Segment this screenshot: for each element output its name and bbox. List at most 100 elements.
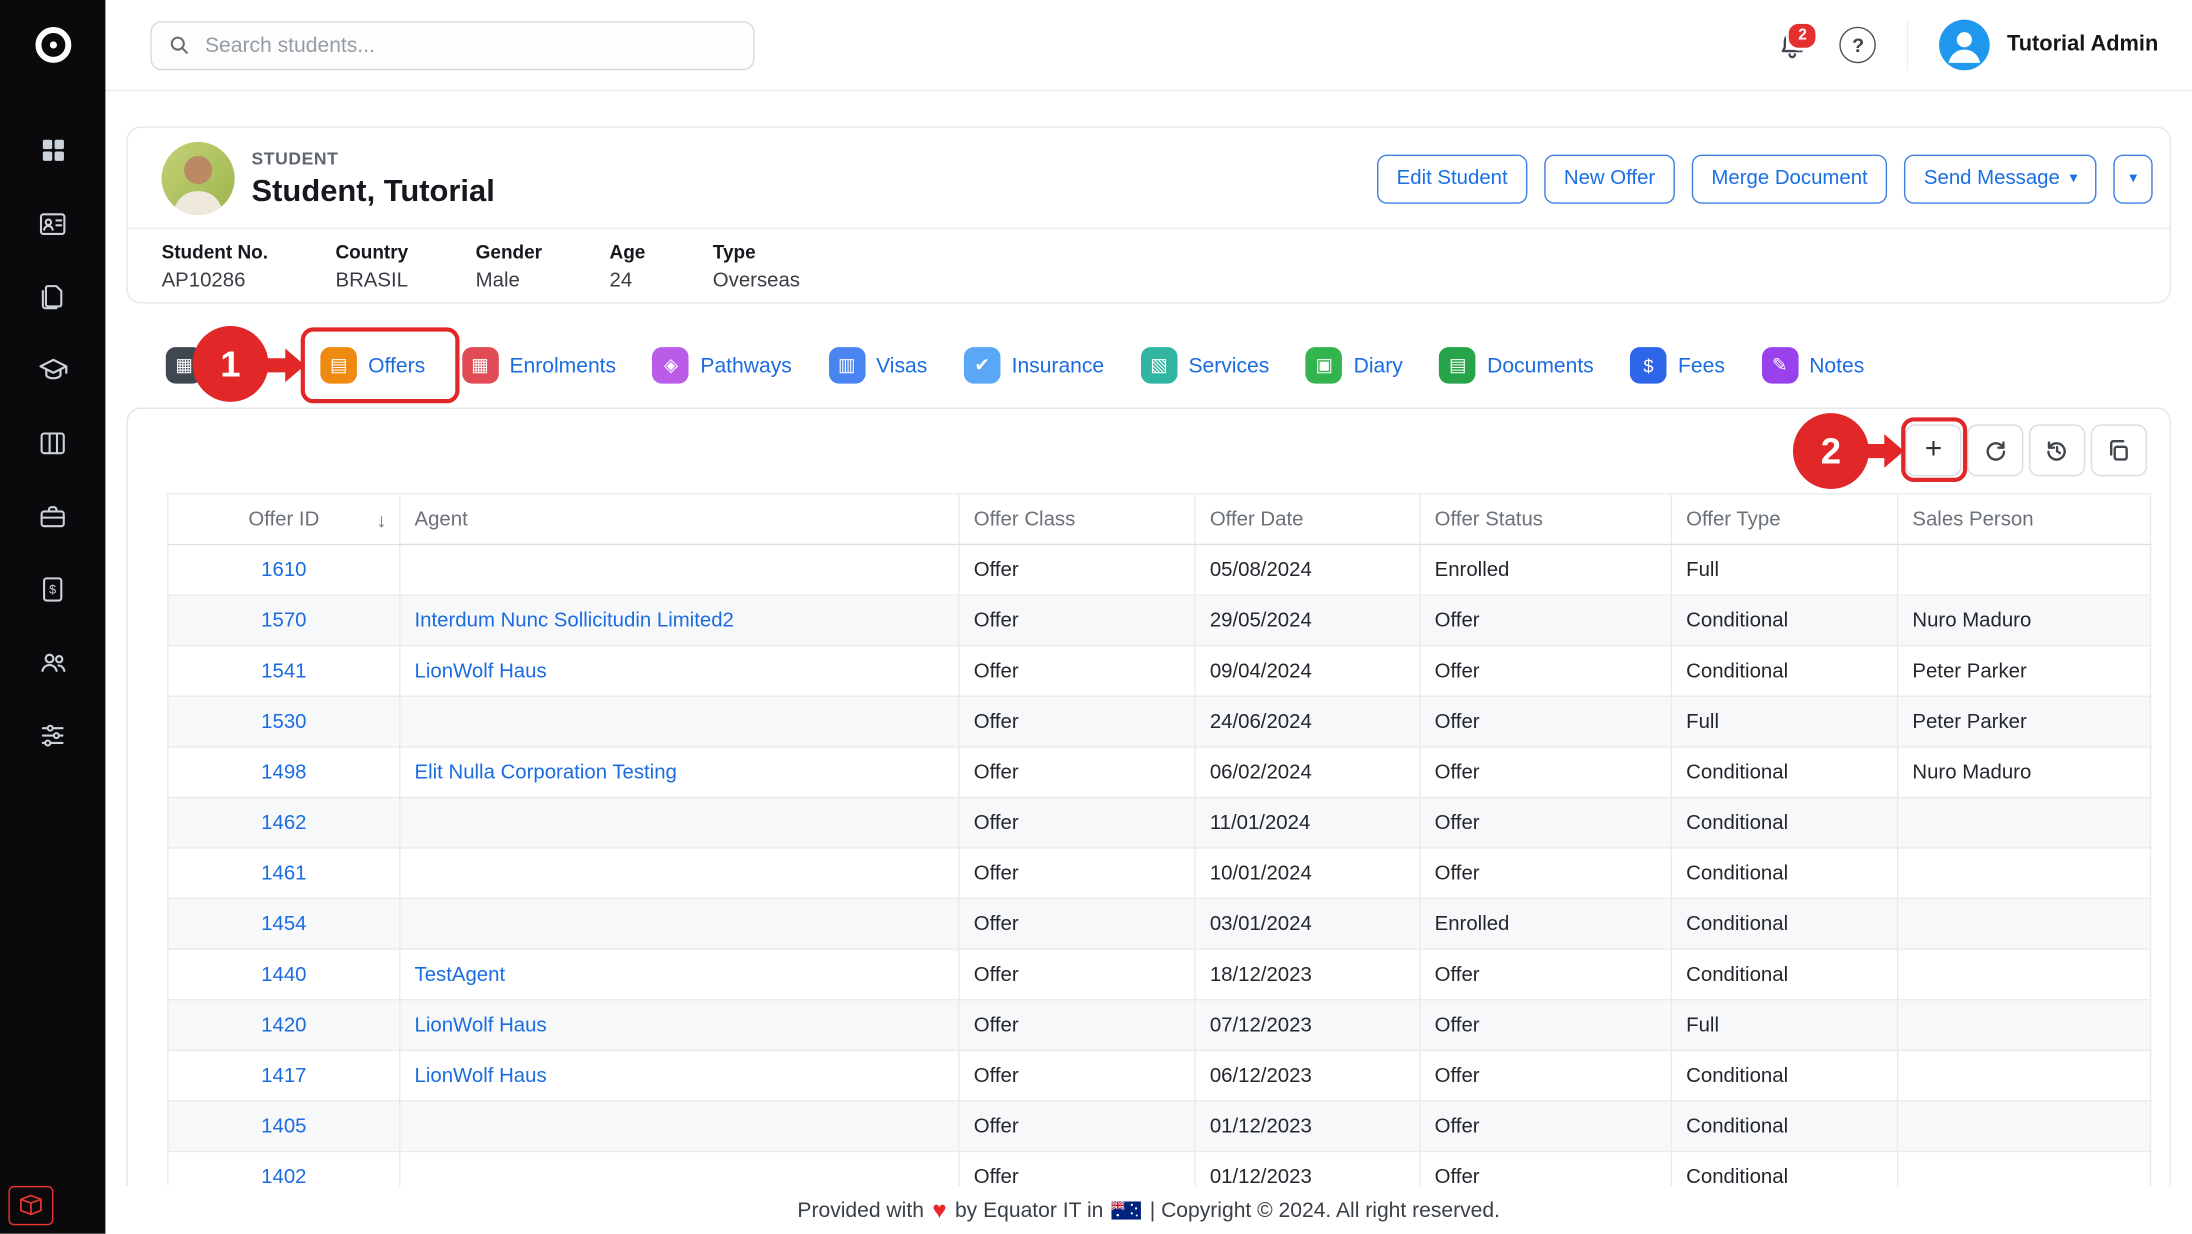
- heart-icon: ♥: [932, 1198, 946, 1222]
- col-agent[interactable]: Agent: [400, 494, 959, 545]
- student-name: Student, Tutorial: [252, 172, 495, 209]
- agent-link[interactable]: LionWolf Haus: [415, 1014, 547, 1036]
- footer-text-middle: by Equator IT in: [955, 1198, 1103, 1222]
- tab-enrolments[interactable]: ▦ Enrolments: [462, 347, 616, 384]
- tab-insurance[interactable]: ✔ Insurance: [964, 347, 1104, 384]
- annotation-arrow-2: [1860, 431, 1905, 470]
- cell-offer-class: Offer: [959, 797, 1195, 848]
- merge-document-button[interactable]: Merge Document: [1692, 154, 1888, 203]
- sidebar-item-users[interactable]: [37, 646, 68, 677]
- tab-notes[interactable]: ✎ Notes: [1761, 347, 1864, 384]
- cell-agent: LionWolf Haus: [400, 1050, 959, 1101]
- col-offer-status[interactable]: Offer Status: [1420, 494, 1672, 545]
- student-identity: STUDENT Student, Tutorial: [252, 148, 495, 208]
- cell-offer-class: Offer: [959, 1000, 1195, 1051]
- cell-agent: Interdum Nunc Sollicitudin Limited2: [400, 595, 959, 646]
- cell-sales-person: [1898, 1050, 2151, 1101]
- agent-link[interactable]: LionWolf Haus: [415, 1064, 547, 1086]
- notifications-button[interactable]: 2: [1777, 29, 1809, 61]
- info-student-no: Student No. AP10286: [162, 242, 268, 293]
- diary-icon: ▣: [1306, 347, 1343, 384]
- student-eyebrow: STUDENT: [252, 148, 495, 168]
- cell-offer-class: Offer: [959, 1101, 1195, 1152]
- cell-offer-id: 1570: [168, 595, 400, 646]
- laravel-debug-button[interactable]: [8, 1186, 53, 1225]
- cell-offer-class: Offer: [959, 544, 1195, 595]
- col-sales-person[interactable]: Sales Person: [1898, 494, 2151, 545]
- courses-icon: [37, 354, 68, 385]
- history-button[interactable]: [2029, 424, 2085, 476]
- offer-id-link[interactable]: 1440: [261, 963, 306, 985]
- cell-sales-person: [1898, 1000, 2151, 1051]
- agent-link[interactable]: Interdum Nunc Sollicitudin Limited2: [415, 609, 734, 631]
- tab-services[interactable]: ▧ Services: [1141, 347, 1270, 384]
- cell-offer-type: Full: [1671, 696, 1897, 747]
- col-offer-id[interactable]: Offer ID ↓: [168, 494, 400, 545]
- student-photo-image: [162, 142, 235, 215]
- cell-offer-date: 10/01/2024: [1195, 848, 1420, 899]
- sidebar-item-dashboard[interactable]: [37, 135, 68, 166]
- user-menu[interactable]: Tutorial Admin: [1907, 20, 2158, 71]
- col-offer-date[interactable]: Offer Date: [1195, 494, 1420, 545]
- agent-link[interactable]: TestAgent: [415, 963, 506, 985]
- table-row: 1530 Offer 24/06/2024 Offer Full Peter P…: [168, 696, 2151, 747]
- col-offer-type[interactable]: Offer Type: [1671, 494, 1897, 545]
- offer-id-link[interactable]: 1530: [261, 710, 306, 732]
- tab-documents[interactable]: ▤ Documents: [1439, 347, 1593, 384]
- cell-sales-person: [1898, 848, 2151, 899]
- cell-offer-type: Conditional: [1671, 646, 1897, 697]
- sidebar-item-students[interactable]: [37, 208, 68, 239]
- cell-agent: [400, 797, 959, 848]
- offer-id-link[interactable]: 1461: [261, 862, 306, 884]
- student-card: STUDENT Student, Tutorial Edit Student N…: [126, 126, 2170, 303]
- copy-button[interactable]: [2091, 424, 2147, 476]
- table-row: 1440 TestAgent Offer 18/12/2023 Offer Co…: [168, 949, 2151, 1000]
- offer-id-link[interactable]: 1610: [261, 559, 306, 581]
- cell-offer-class: Offer: [959, 899, 1195, 950]
- tab-visas[interactable]: ▥ Visas: [828, 347, 927, 384]
- app: $: [0, 0, 2192, 1234]
- refresh-icon: [1983, 438, 2008, 463]
- offer-id-link[interactable]: 1541: [261, 660, 306, 682]
- agent-link[interactable]: LionWolf Haus: [415, 660, 547, 682]
- more-actions-button[interactable]: ▾: [2114, 154, 2153, 203]
- sidebar-item-courses[interactable]: [37, 354, 68, 385]
- search-input[interactable]: [202, 32, 736, 59]
- tab-diary[interactable]: ▣ Diary: [1306, 347, 1403, 384]
- cell-offer-type: Conditional: [1671, 899, 1897, 950]
- copy-icon: [2106, 438, 2131, 463]
- offer-id-link[interactable]: 1570: [261, 609, 306, 631]
- cell-offer-id: 1417: [168, 1050, 400, 1101]
- offer-id-link[interactable]: 1420: [261, 1014, 306, 1036]
- search-box: [150, 20, 754, 69]
- reports-icon: [38, 428, 68, 458]
- send-message-button[interactable]: Send Message ▾: [1904, 154, 2097, 203]
- sidebar-item-settings[interactable]: [37, 719, 68, 750]
- offer-id-link[interactable]: 1498: [261, 761, 306, 783]
- app-logo[interactable]: [0, 0, 105, 90]
- tab-pathways[interactable]: ◈ Pathways: [653, 347, 792, 384]
- offer-id-link[interactable]: 1462: [261, 811, 306, 833]
- cell-offer-status: Offer: [1420, 848, 1672, 899]
- offer-id-link[interactable]: 1454: [261, 913, 306, 935]
- notification-badge: 2: [1786, 20, 1818, 50]
- sidebar-item-agents[interactable]: [37, 500, 68, 531]
- offer-id-link[interactable]: 1402: [261, 1166, 306, 1188]
- offers-table: Offer ID ↓ Agent Offer Class Offer Date …: [167, 493, 2151, 1203]
- cell-offer-status: Offer: [1420, 1050, 1672, 1101]
- offer-id-link[interactable]: 1417: [261, 1064, 306, 1086]
- user-name: Tutorial Admin: [2007, 32, 2158, 57]
- edit-student-button[interactable]: Edit Student: [1377, 154, 1527, 203]
- refresh-button[interactable]: [1967, 424, 2023, 476]
- help-button[interactable]: ?: [1840, 27, 1877, 64]
- col-offer-class[interactable]: Offer Class: [959, 494, 1195, 545]
- table-row: 1405 Offer 01/12/2023 Offer Conditional: [168, 1101, 2151, 1152]
- sidebar-item-reports[interactable]: [37, 427, 68, 458]
- offer-id-link[interactable]: 1405: [261, 1115, 306, 1137]
- agent-link[interactable]: Elit Nulla Corporation Testing: [415, 761, 677, 783]
- tab-fees[interactable]: $ Fees: [1630, 347, 1725, 384]
- sidebar-item-applications[interactable]: [37, 281, 68, 312]
- sidebar-item-invoices[interactable]: $: [37, 573, 68, 604]
- cell-sales-person: [1898, 797, 2151, 848]
- new-offer-button[interactable]: New Offer: [1544, 154, 1675, 203]
